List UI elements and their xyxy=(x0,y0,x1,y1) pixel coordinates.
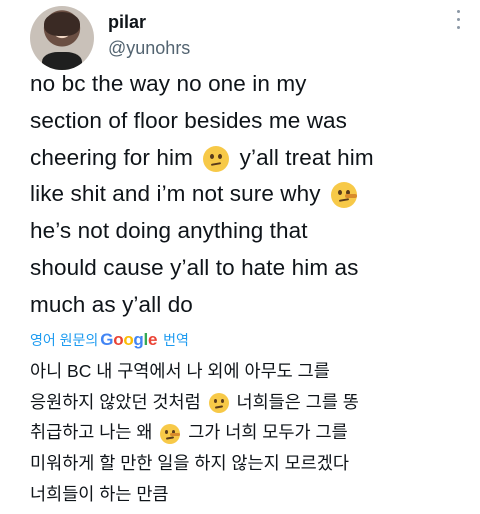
translation-line: 아니 BC 내 구역에서 나 외에 아무도 그를 xyxy=(30,361,330,381)
handle[interactable]: @yunohrs xyxy=(108,38,190,59)
translation-line-segment: 그가 너희 모두가 그를 xyxy=(188,422,348,443)
translation-line-segment: 응원하지 않았던 것처럼 xyxy=(30,391,201,412)
avatar[interactable] xyxy=(30,6,94,70)
lying-face-emoji-icon xyxy=(160,423,181,444)
tweet-card: pilar @yunohrs no bc the way no one in m… xyxy=(0,0,480,514)
tweet-line: should cause y’all to hate him as xyxy=(30,254,359,280)
translate-link[interactable]: 영어 원문의 Google 번역 xyxy=(30,330,189,350)
confused-face-emoji-icon xyxy=(208,393,229,414)
tweet-line: cheering for him y’all treat him xyxy=(30,140,470,177)
lying-face-emoji-icon xyxy=(330,182,357,209)
tweet-line-segment: y’all treat him xyxy=(239,144,374,170)
translate-suffix: 번역 xyxy=(163,332,189,348)
translation-line-segment: 취급하고 나는 왜 xyxy=(30,422,153,443)
google-logo: Google xyxy=(100,330,158,349)
translation-line: 너희들이 하는 만큼 xyxy=(30,483,169,504)
tweet-line: section of floor besides me was xyxy=(30,107,348,133)
more-icon[interactable] xyxy=(454,10,462,36)
translation-line: 미워하게 할 만한 일을 하지 않는지 모르겠다 xyxy=(30,453,349,474)
display-name[interactable]: pilar xyxy=(108,12,146,33)
tweet-line: no bc the way no one in my xyxy=(30,71,307,96)
tweet-text: no bc the way no one in my section of fl… xyxy=(30,66,470,324)
tweet-line: like shit and i’m not sure why xyxy=(30,176,470,213)
translated-text: 아니 BC 내 구역에서 나 외에 아무도 그를 응원하지 않았던 것처럼 너희… xyxy=(30,356,470,510)
confused-face-emoji-icon xyxy=(203,145,230,172)
tweet-line: he’s not doing anything that xyxy=(30,218,308,244)
tweet-line-segment: like shit and i’m not sure why xyxy=(30,181,321,207)
translate-prefix: 영어 원문의 xyxy=(30,332,99,348)
tweet-line: much as y’all do xyxy=(30,291,193,317)
tweet-line-segment: cheering for him xyxy=(30,144,193,170)
translation-line: 취급하고 나는 왜 그가 너희 모두가 그를 xyxy=(30,417,470,448)
translation-line-segment: 너희들은 그를 똥 xyxy=(236,391,359,412)
translation-line: 응원하지 않았던 것처럼 너희들은 그를 똥 xyxy=(30,387,470,418)
